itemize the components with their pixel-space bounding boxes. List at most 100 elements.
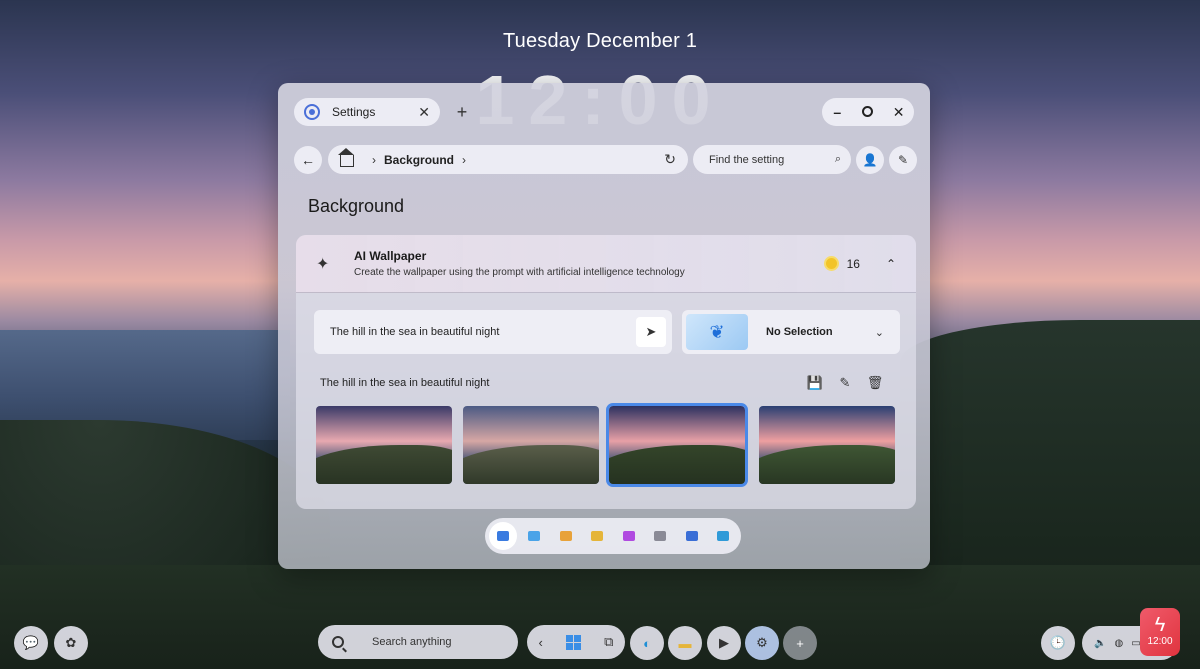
dock-item-brush[interactable]: [552, 522, 580, 550]
result-label: The hill in the sea in beautiful night: [320, 377, 490, 389]
find-placeholder: Find the setting: [709, 153, 785, 166]
dock-item-monitor[interactable]: [710, 522, 738, 550]
edit-icon[interactable]: ✎: [830, 375, 860, 391]
chevron-up-icon[interactable]: ⌃: [886, 257, 896, 271]
wallpaper-thumbnail[interactable]: [759, 406, 895, 484]
breadcrumb-background[interactable]: Background: [384, 153, 454, 167]
chat-button[interactable]: 💬: [14, 626, 48, 660]
pin-button[interactable]: ✎: [889, 146, 917, 174]
explorer-button[interactable]: ▬: [668, 626, 702, 660]
search-icon: [332, 636, 344, 648]
search-icon: ⌕: [834, 153, 841, 165]
magic-wand-icon: ✦: [316, 255, 330, 273]
search-placeholder: Search anything: [372, 636, 452, 648]
maximize-icon: [862, 106, 874, 117]
ai-wallpaper-card: ✦ AI Wallpaper Create the wallpaper usin…: [296, 235, 916, 509]
wallpaper-thumbnail[interactable]: [606, 403, 748, 487]
style-thumbnail: ❦: [686, 314, 748, 350]
clock-icon: 🕒: [1049, 635, 1067, 650]
dock-item-keyboard[interactable]: [647, 522, 675, 550]
delete-icon[interactable]: 🗑: [860, 375, 890, 391]
clock-button[interactable]: 🕒: [1041, 626, 1075, 660]
task-view-icon[interactable]: ⧉: [604, 634, 613, 650]
network-icon: ◍: [1114, 637, 1124, 649]
thumbnail-hill: [463, 445, 599, 484]
bolt-icon: ϟ: [1154, 614, 1166, 636]
ai-wallpaper-title: AI Wallpaper: [354, 249, 427, 263]
address-bar[interactable]: › Background › ↻: [328, 145, 688, 174]
brush-icon: [559, 531, 572, 541]
image-icon: [496, 531, 509, 541]
flower-icon: ✿: [65, 635, 77, 650]
palette-icon: [622, 531, 635, 541]
media-button[interactable]: ▶: [707, 626, 741, 660]
refresh-icon[interactable]: ↻: [664, 151, 676, 168]
taskbar-nav-group: ‹ ⧉: [527, 625, 625, 659]
save-icon[interactable]: 💾: [800, 375, 830, 391]
lockscreen-date: Tuesday December 1: [502, 30, 698, 52]
tab-label: Settings: [332, 105, 376, 119]
plus-icon: +: [796, 635, 804, 651]
pin-icon: ✎: [897, 153, 909, 167]
new-tab-button[interactable]: +: [448, 98, 476, 126]
add-button[interactable]: +: [783, 626, 817, 660]
taskbar-search[interactable]: Search anything: [318, 625, 518, 659]
thumbnail-hill: [316, 445, 452, 484]
user-icon: 👤: [862, 153, 878, 167]
paint-icon: [528, 531, 541, 541]
user-button[interactable]: 👤: [856, 146, 884, 174]
credits-count: 16: [846, 256, 860, 271]
home-icon[interactable]: [338, 148, 354, 167]
settings-dock: [485, 518, 741, 554]
chevron-right-icon: ›: [372, 152, 376, 167]
tab-settings[interactable]: Settings ✕: [294, 98, 440, 126]
style-selected-value: No Selection: [766, 326, 833, 338]
wallpaper-thumbnail[interactable]: [316, 406, 452, 484]
dock-item-palette[interactable]: [615, 522, 643, 550]
chat-icon: 💬: [22, 635, 40, 650]
widgets-button[interactable]: ✿: [54, 626, 88, 660]
settings-taskbar-button[interactable]: ⚙: [745, 626, 779, 660]
find-setting-input[interactable]: Find the setting ⌕: [693, 145, 851, 174]
send-button[interactable]: ➤: [636, 317, 666, 347]
keyboard-icon: [654, 531, 667, 541]
prompt-input[interactable]: The hill in the sea in beautiful night ➤: [314, 310, 672, 354]
folder-icon: [591, 531, 604, 541]
dock-item-folder[interactable]: [584, 522, 612, 550]
settings-window: Settings ✕ + – ✕ ← › Background › ↻ Find…: [278, 83, 930, 569]
dock-item-screen[interactable]: [678, 522, 706, 550]
back-button[interactable]: ←: [294, 146, 322, 174]
play-icon: ▶: [719, 635, 729, 650]
result-toolbar: The hill in the sea in beautiful night 💾…: [320, 375, 890, 391]
dock-item-paint[interactable]: [521, 522, 549, 550]
chevron-right-icon: ›: [462, 152, 467, 167]
flame-icon: ❦: [709, 321, 725, 342]
thumbnail-hill: [609, 445, 745, 484]
start-icon[interactable]: [566, 634, 581, 650]
clock-badge[interactable]: ϟ 12:00: [1140, 608, 1180, 656]
ai-wallpaper-description: Create the wallpaper using the prompt wi…: [354, 267, 685, 278]
window-controls: – ✕: [822, 98, 914, 126]
badge-time: 12:00: [1147, 636, 1173, 647]
monitor-icon: [717, 531, 730, 541]
coin-icon: [823, 256, 839, 271]
minimize-button[interactable]: –: [826, 104, 848, 120]
gear-icon: ⚙: [756, 635, 768, 650]
wallpaper-thumbnail[interactable]: [463, 406, 599, 484]
tab-close-icon[interactable]: ✕: [418, 104, 430, 121]
close-button[interactable]: ✕: [888, 104, 910, 121]
thumbnail-hill: [759, 445, 895, 484]
maximize-button[interactable]: [857, 104, 879, 120]
volume-icon: 🔈: [1094, 637, 1107, 649]
gear-icon: [304, 104, 320, 120]
prompt-value: The hill in the sea in beautiful night: [330, 326, 500, 338]
edge-button[interactable]: ◐: [630, 626, 664, 660]
style-dropdown[interactable]: ❦ No Selection ⌄: [682, 310, 900, 354]
chevron-left-icon[interactable]: ‹: [539, 635, 543, 650]
edge-icon: ◐: [643, 635, 651, 651]
folder-icon: ▬: [678, 635, 692, 651]
ai-wallpaper-titles: AI Wallpaper Create the wallpaper using …: [354, 249, 824, 278]
chevron-down-icon: ⌄: [874, 326, 884, 339]
ai-wallpaper-header[interactable]: ✦ AI Wallpaper Create the wallpaper usin…: [296, 235, 916, 293]
dock-item-image[interactable]: [489, 522, 517, 550]
